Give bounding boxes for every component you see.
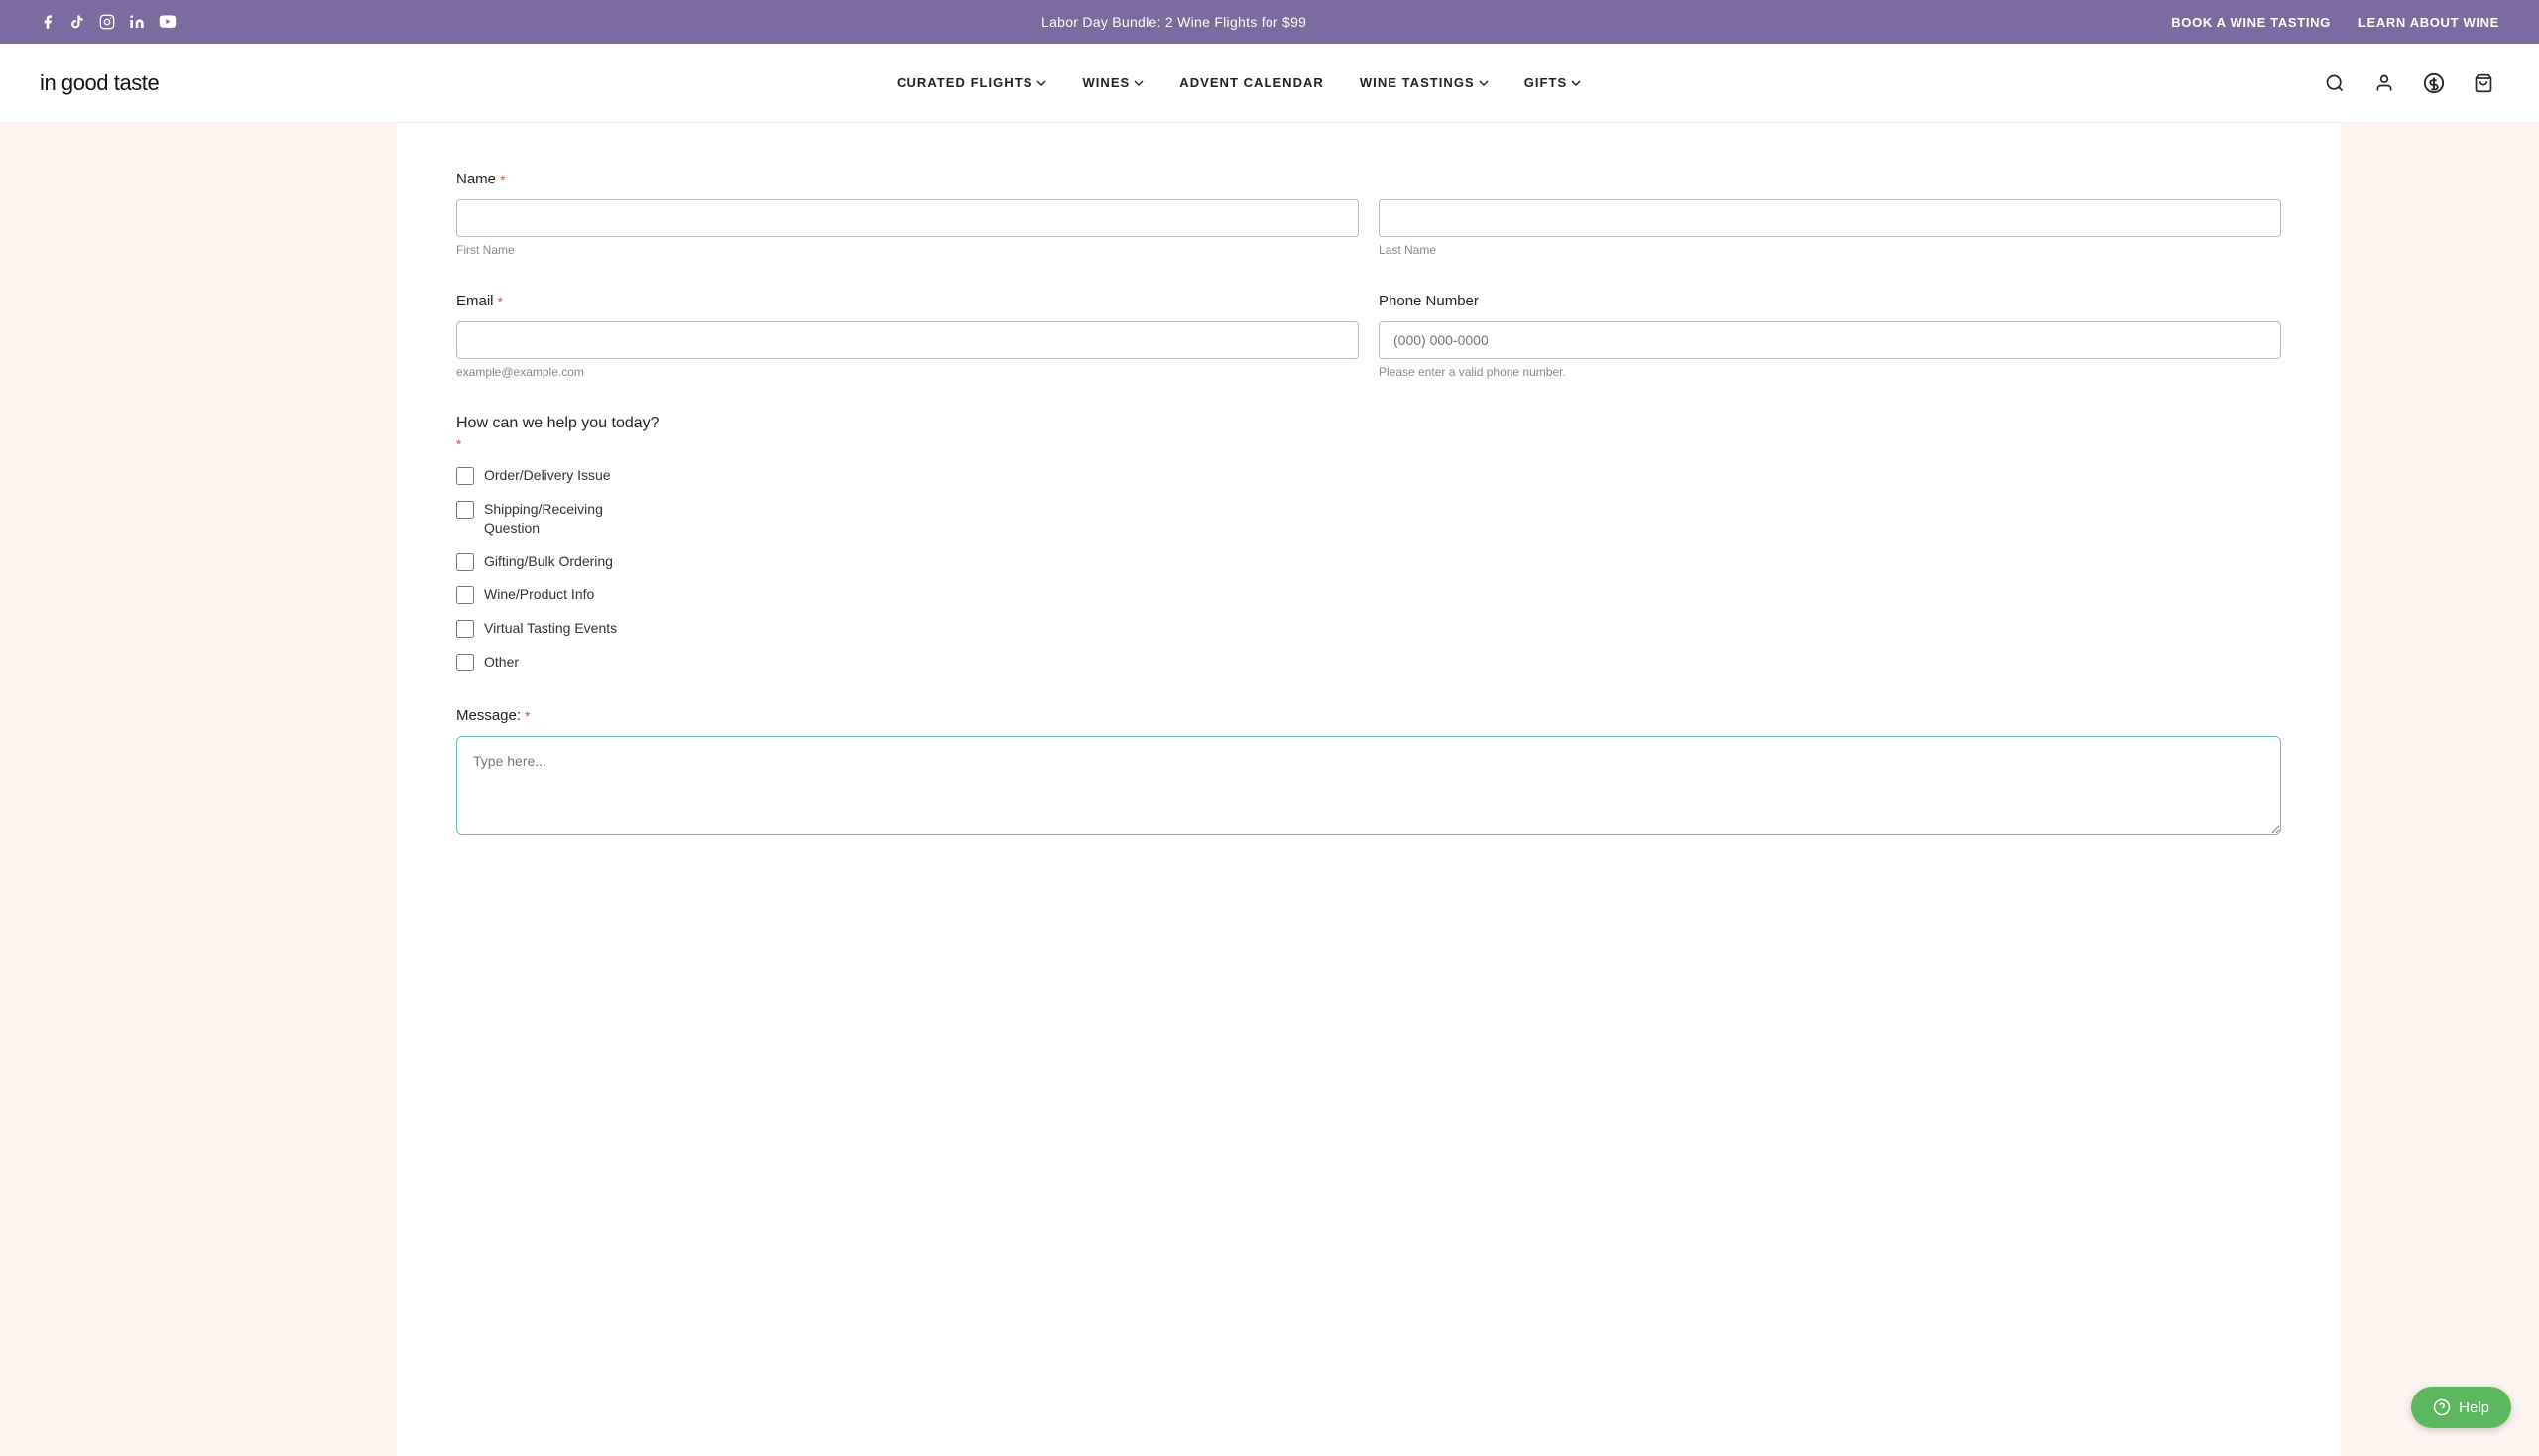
loyalty-button[interactable] xyxy=(2418,67,2450,99)
email-phone-row: Email * example@example.com Phone Number… xyxy=(456,293,2281,379)
checkbox-order-label: Order/Delivery Issue xyxy=(484,466,611,486)
help-required-star: * xyxy=(456,436,461,452)
checkbox-virtual-label: Virtual Tasting Events xyxy=(484,619,617,639)
book-tasting-link[interactable]: BOOK A WINE TASTING xyxy=(2171,15,2331,30)
chevron-down-icon xyxy=(1479,78,1489,88)
help-section: How can we help you today? * Order/Deliv… xyxy=(456,415,2281,671)
checkbox-gifting-label: Gifting/Bulk Ordering xyxy=(484,552,613,572)
phone-label: Phone Number xyxy=(1379,293,2281,309)
help-question: How can we help you today? xyxy=(456,415,2281,432)
checkbox-order[interactable]: Order/Delivery Issue xyxy=(456,466,2281,486)
tiktok-icon[interactable] xyxy=(69,14,85,30)
dollar-circle-icon xyxy=(2423,72,2445,94)
checkbox-shipping-input[interactable] xyxy=(456,501,474,519)
name-label: Name * xyxy=(456,171,2281,187)
name-section: Name * First Name Last Name xyxy=(456,171,2281,257)
message-required-star: * xyxy=(525,708,530,724)
youtube-icon[interactable] xyxy=(159,15,177,29)
nav-gifts[interactable]: GIFTS xyxy=(1524,75,1581,90)
account-icon xyxy=(2374,73,2394,93)
email-label: Email * xyxy=(456,293,1359,309)
checkbox-wine-info-input[interactable] xyxy=(456,586,474,604)
phone-field-col: Phone Number Please enter a valid phone … xyxy=(1379,293,2281,379)
checkbox-order-input[interactable] xyxy=(456,467,474,485)
sidebar-left xyxy=(0,123,397,1456)
required-star: * xyxy=(500,172,505,187)
main-wrapper: Name * First Name Last Name Email xyxy=(0,123,2539,1456)
search-button[interactable] xyxy=(2319,67,2351,99)
checkbox-shipping-label: Shipping/ReceivingQuestion xyxy=(484,500,603,539)
nav-curated-flights[interactable]: CURATED FLIGHTS xyxy=(897,75,1046,90)
nav-wines[interactable]: WINES xyxy=(1082,75,1144,90)
checkbox-gifting-input[interactable] xyxy=(456,553,474,571)
instagram-icon[interactable] xyxy=(99,14,115,30)
chevron-down-icon xyxy=(1134,78,1144,88)
required-star: * xyxy=(498,294,503,309)
message-section: Message: * xyxy=(456,707,2281,840)
checkbox-other[interactable]: Other xyxy=(456,653,2281,672)
first-name-label: First Name xyxy=(456,243,1359,257)
last-name-input[interactable] xyxy=(1379,199,2281,237)
navbar: in good taste CURATED FLIGHTS WINES ADVE… xyxy=(0,44,2539,123)
chevron-down-icon xyxy=(1571,78,1581,88)
first-name-input[interactable] xyxy=(456,199,1359,237)
last-name-label: Last Name xyxy=(1379,243,2281,257)
email-hint: example@example.com xyxy=(456,365,1359,379)
site-logo[interactable]: in good taste xyxy=(40,70,159,96)
nav-wine-tastings[interactable]: WINE TASTINGS xyxy=(1360,75,1489,90)
help-icon xyxy=(2433,1398,2451,1416)
search-icon xyxy=(2325,73,2345,93)
linkedin-icon[interactable] xyxy=(129,14,145,30)
email-input[interactable] xyxy=(456,321,1359,359)
checkbox-other-input[interactable] xyxy=(456,654,474,671)
facebook-icon[interactable] xyxy=(40,14,56,30)
top-banner: Labor Day Bundle: 2 Wine Flights for $99… xyxy=(0,0,2539,44)
checkbox-other-label: Other xyxy=(484,653,519,672)
checkbox-wine-info-label: Wine/Product Info xyxy=(484,585,594,605)
last-name-field: Last Name xyxy=(1379,199,2281,257)
checkbox-gifting[interactable]: Gifting/Bulk Ordering xyxy=(456,552,2281,572)
checkbox-shipping[interactable]: Shipping/ReceivingQuestion xyxy=(456,500,2281,539)
chevron-down-icon xyxy=(1036,78,1046,88)
social-icons-group xyxy=(40,14,177,30)
checkbox-virtual[interactable]: Virtual Tasting Events xyxy=(456,619,2281,639)
phone-hint: Please enter a valid phone number. xyxy=(1379,365,2281,379)
message-label: Message: * xyxy=(456,707,2281,724)
help-button[interactable]: Help xyxy=(2411,1387,2511,1428)
checkbox-wine-info[interactable]: Wine/Product Info xyxy=(456,585,2281,605)
learn-wine-link[interactable]: LEARN ABOUT WINE xyxy=(2358,15,2499,30)
email-field-col: Email * example@example.com xyxy=(456,293,1359,379)
first-name-field: First Name xyxy=(456,199,1359,257)
nav-advent-calendar[interactable]: ADVENT CALENDAR xyxy=(1179,75,1324,90)
cart-icon xyxy=(2474,73,2493,93)
form-area: Name * First Name Last Name Email xyxy=(397,123,2341,1456)
name-row: First Name Last Name xyxy=(456,199,2281,257)
cart-button[interactable] xyxy=(2468,67,2499,99)
contact-section: Email * example@example.com Phone Number… xyxy=(456,293,2281,379)
phone-input[interactable] xyxy=(1379,321,2281,359)
checkbox-list: Order/Delivery Issue Shipping/ReceivingQ… xyxy=(456,466,2281,671)
top-nav-links: BOOK A WINE TASTING LEARN ABOUT WINE xyxy=(2171,15,2499,30)
message-textarea[interactable] xyxy=(456,736,2281,835)
sidebar-right xyxy=(2341,123,2539,1456)
checkbox-virtual-input[interactable] xyxy=(456,620,474,638)
nav-icons xyxy=(2319,67,2499,99)
nav-links: CURATED FLIGHTS WINES ADVENT CALENDAR WI… xyxy=(897,75,1581,90)
promo-text: Labor Day Bundle: 2 Wine Flights for $99 xyxy=(1041,14,1306,30)
account-button[interactable] xyxy=(2368,67,2400,99)
